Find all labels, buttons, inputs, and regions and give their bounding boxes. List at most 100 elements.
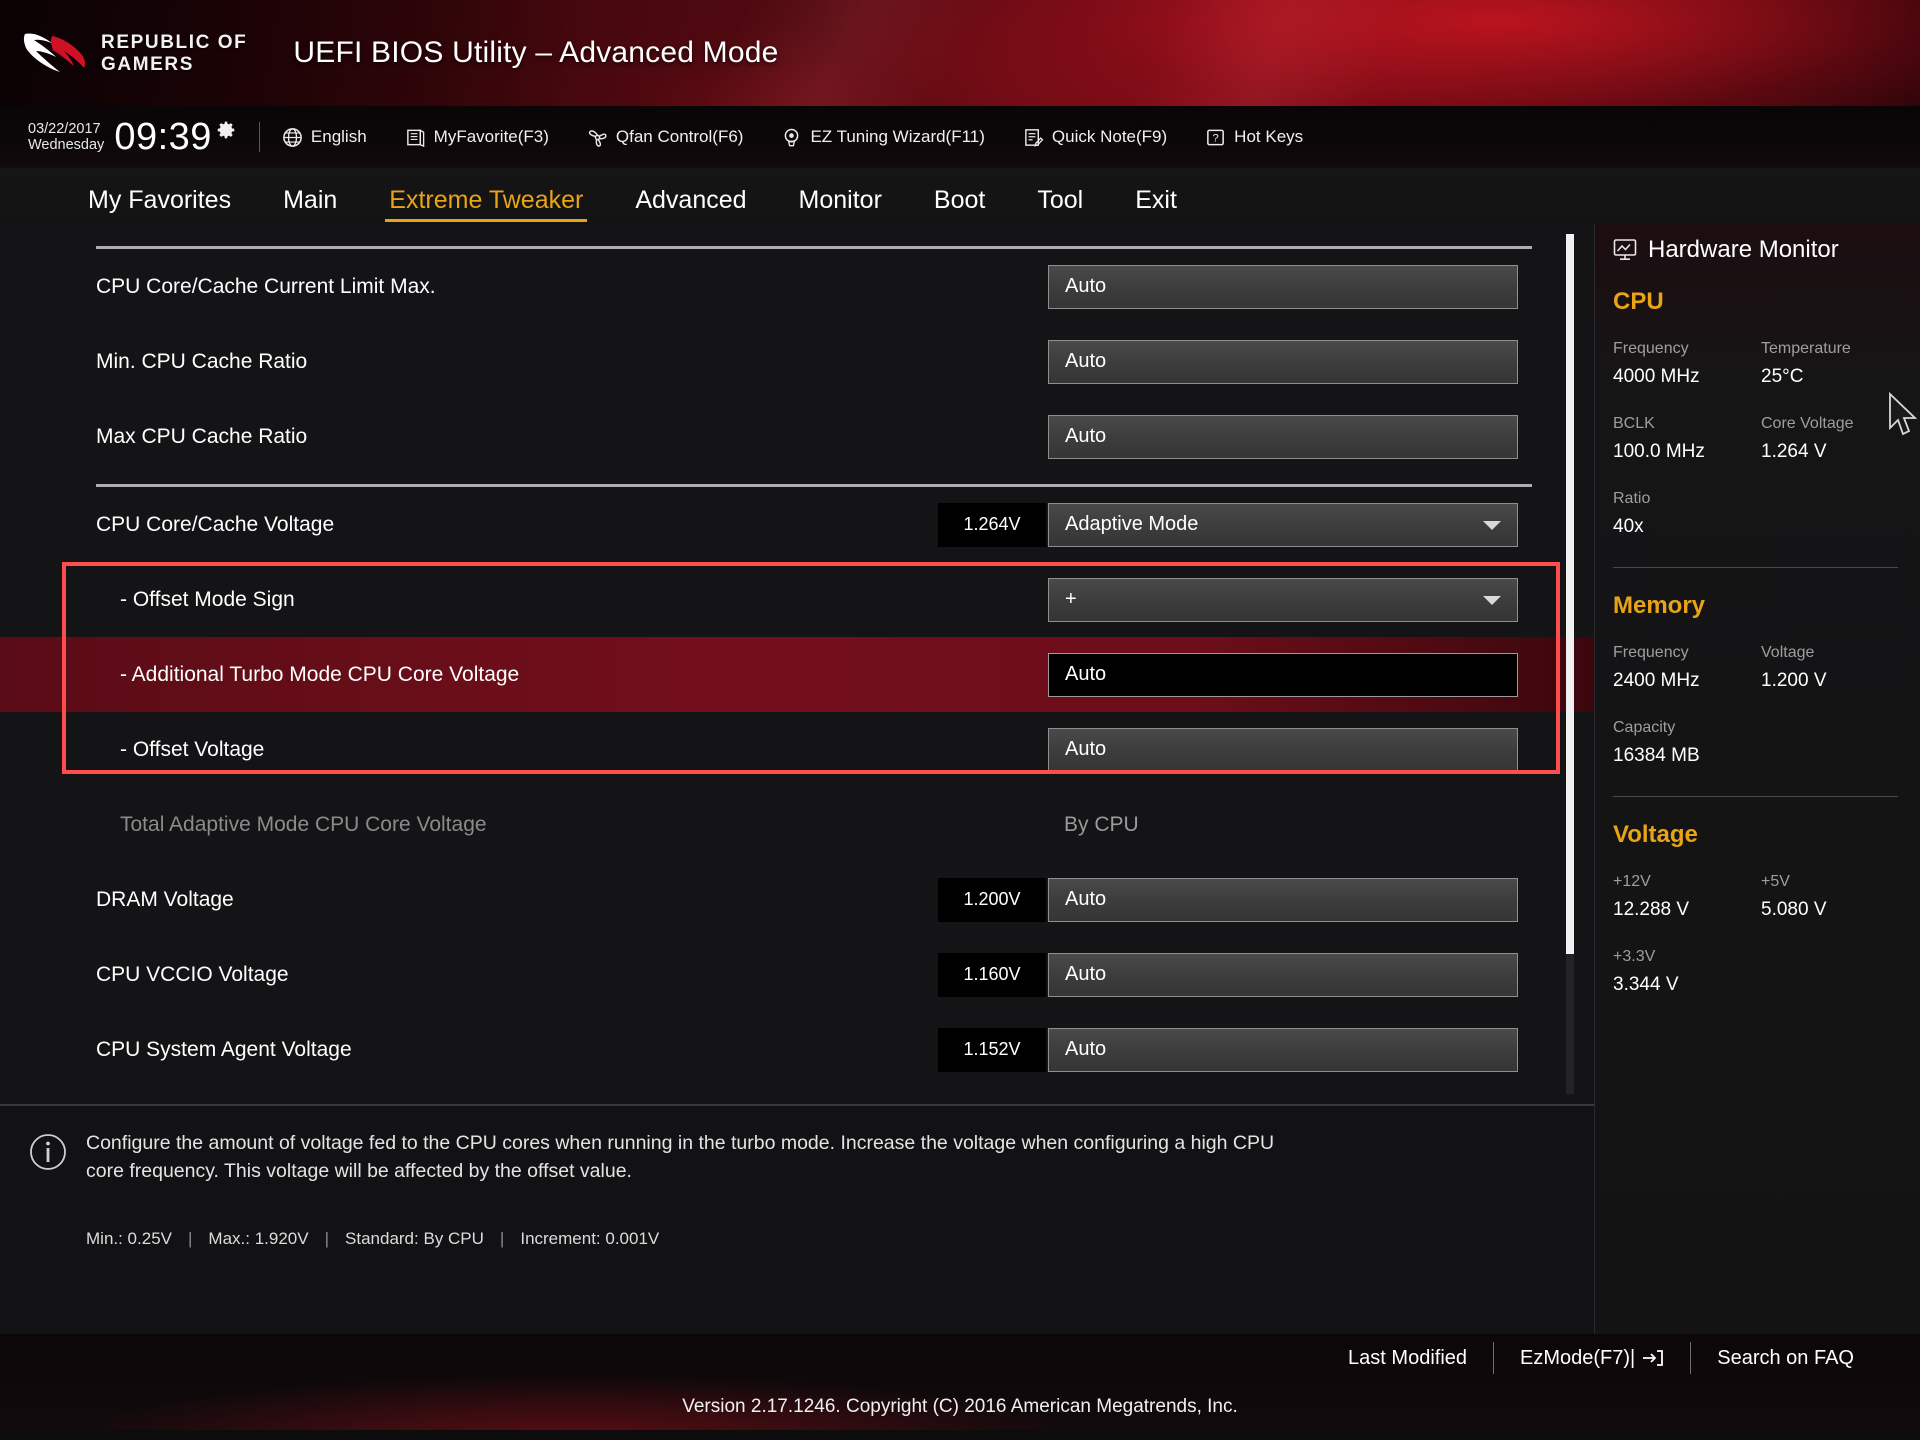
setting-value-field[interactable]: Auto — [1048, 727, 1518, 772]
setting-value-field[interactable]: Auto — [1048, 414, 1518, 459]
voltage-readout: 1.200V — [938, 877, 1046, 922]
ezmode-button[interactable]: EzMode(F7)| — [1494, 1347, 1690, 1370]
hw-value: 1.264 V — [1761, 440, 1827, 462]
tab-my-favorites[interactable]: My Favorites — [62, 186, 257, 224]
setting-value-field[interactable]: Auto — [1048, 952, 1518, 997]
setting-value-field[interactable]: Auto — [1048, 339, 1518, 384]
voltage-readout: 1.152V — [938, 1027, 1046, 1072]
table-row[interactable]: Max CPU Cache Ratio Auto — [0, 399, 1594, 474]
toolbar-item-hot-keys[interactable]: ? Hot Keys — [1186, 127, 1322, 148]
hw-key: BCLK — [1613, 415, 1655, 433]
settings-list: CPU Core/Cache Current Limit Max. Auto M… — [0, 224, 1594, 1104]
tab-advanced[interactable]: Advanced — [609, 186, 772, 224]
chevron-down-icon — [1483, 595, 1501, 605]
constraint-increment: Increment: 0.001V — [520, 1229, 660, 1249]
mouse-cursor — [1889, 392, 1918, 436]
table-row[interactable]: DRAM Voltage 1.200V Auto — [0, 862, 1594, 937]
setting-value-field[interactable]: Auto — [1048, 1027, 1518, 1072]
tab-main[interactable]: Main — [257, 186, 363, 224]
help-text: Configure the amount of voltage fed to t… — [86, 1132, 1275, 1182]
setting-label: - Additional Turbo Mode CPU Core Voltage — [120, 662, 520, 686]
setting-value: Auto — [1065, 350, 1107, 372]
help-panel: Configure the amount of voltage fed to t… — [0, 1104, 1594, 1334]
toolbar-items: English MyFavorite(F3) Qfan Control(F6) … — [282, 127, 1322, 148]
info-icon — [30, 1134, 66, 1170]
scrollbar-thumb[interactable] — [1566, 234, 1574, 954]
fan-icon — [588, 129, 607, 147]
table-row[interactable]: CPU VCCIO Voltage 1.160V Auto — [0, 937, 1594, 1012]
setting-value: Auto — [1065, 888, 1107, 910]
copyright-text: Version 2.17.1246. Copyright (C) 2016 Am… — [682, 1396, 1238, 1417]
toolbar-item-myfavorite[interactable]: MyFavorite(F3) — [386, 127, 568, 148]
date-text: 03/22/2017 — [28, 120, 101, 137]
scrollbar-track[interactable] — [1566, 234, 1574, 1094]
brand-line-2: GAMERS — [101, 53, 194, 75]
hw-key: +3.3V — [1613, 948, 1656, 966]
toolbar-item-ez-tuning-wizard[interactable]: EZ Tuning Wizard(F11) — [762, 127, 1003, 148]
constraint-separator: | — [324, 1229, 330, 1249]
setting-value: Auto — [1065, 275, 1107, 297]
toolbar-item-quick-note[interactable]: Quick Note(F9) — [1004, 127, 1186, 148]
table-row[interactable]: - Offset Mode Sign + — [0, 562, 1594, 637]
setting-label: - Offset Mode Sign — [120, 587, 295, 611]
voltage-readout: 1.264V — [938, 502, 1046, 547]
tab-boot[interactable]: Boot — [908, 186, 1011, 224]
wizard-icon — [785, 128, 799, 146]
hw-key: Frequency — [1613, 644, 1689, 662]
setting-value: Auto — [1065, 663, 1107, 685]
hw-value: 12.288 V — [1613, 898, 1690, 920]
setting-dropdown[interactable]: + — [1048, 577, 1518, 622]
nav-tabs: My Favorites Main Extreme Tweaker Advanc… — [0, 168, 1920, 224]
toolbar-item-english[interactable]: English — [282, 127, 386, 148]
last-modified-button[interactable]: Last Modified — [1322, 1347, 1493, 1370]
setting-dropdown[interactable]: Adaptive Mode — [1048, 502, 1518, 547]
hw-memory-row-1: Frequency 2400 MHz Voltage 1.200 V — [1613, 640, 1920, 695]
setting-label: Min. CPU Cache Ratio — [96, 349, 308, 373]
table-row[interactable]: Min. CPU Cache Ratio Auto — [0, 324, 1594, 399]
constraint-separator: | — [499, 1229, 505, 1249]
toolbar-label: EZ Tuning Wizard(F11) — [810, 127, 985, 146]
key-icon: ? — [1207, 129, 1225, 145]
footer-link-label: Last Modified — [1348, 1346, 1468, 1369]
table-row[interactable]: CPU Core/Cache Current Limit Max. Auto — [0, 249, 1594, 324]
tab-extreme-tweaker[interactable]: Extreme Tweaker — [363, 186, 609, 224]
bookmark-icon — [406, 128, 424, 147]
table-row[interactable]: CPU Core/Cache Voltage 1.264V Adaptive M… — [0, 487, 1594, 562]
note-icon — [1025, 128, 1044, 147]
hw-key: Frequency — [1613, 340, 1689, 357]
table-row-selected[interactable]: - Additional Turbo Mode CPU Core Voltage… — [0, 637, 1594, 712]
toolbar-item-qfan-control[interactable]: Qfan Control(F6) — [568, 127, 763, 148]
tab-monitor[interactable]: Monitor — [773, 186, 908, 224]
setting-value: Auto — [1065, 1038, 1107, 1060]
gear-icon[interactable] — [215, 119, 237, 141]
search-on-faq-button[interactable]: Search on FAQ — [1691, 1347, 1880, 1370]
rog-eye-icon — [23, 33, 86, 72]
tab-tool[interactable]: Tool — [1011, 186, 1109, 224]
hardware-monitor-panel: Hardware Monitor CPU Frequency 4000 MHz … — [1594, 224, 1920, 1334]
hw-voltage-row-1: +12V 12.288 V +5V 5.080 V — [1613, 869, 1920, 924]
page-title: UEFI BIOS Utility – Advanced Mode — [293, 36, 779, 69]
setting-label: DRAM Voltage — [96, 887, 234, 911]
table-row[interactable]: - Offset Voltage Auto — [0, 712, 1594, 787]
constraint-standard: Standard: By CPU — [345, 1229, 484, 1249]
table-row[interactable]: CPU System Agent Voltage 1.152V Auto — [0, 1012, 1594, 1087]
setting-value: Adaptive Mode — [1065, 513, 1199, 535]
hw-value: 3.344 V — [1613, 973, 1679, 995]
voltage-readout: 1.160V — [938, 952, 1046, 997]
hw-key: +12V — [1613, 873, 1651, 891]
top-toolbar: 03/22/2017 Wednesday 09:39 English MyFav… — [0, 106, 1920, 168]
footer-link-label: EzMode(F7)| — [1520, 1346, 1636, 1369]
setting-value-field[interactable]: Auto — [1048, 264, 1518, 309]
clock-text: 09:39 — [114, 115, 212, 158]
tab-exit[interactable]: Exit — [1109, 186, 1203, 224]
hardware-monitor-label: Hardware Monitor — [1648, 236, 1839, 263]
setting-label: CPU VCCIO Voltage — [96, 962, 289, 986]
hw-cpu-row-3: Ratio 40x — [1613, 486, 1920, 541]
hw-memory-row-2: Capacity 16384 MB — [1613, 715, 1920, 770]
setting-value-field[interactable]: Auto — [1048, 652, 1518, 697]
hw-value: 100.0 MHz — [1613, 440, 1705, 462]
svg-text:?: ? — [1212, 132, 1218, 144]
hw-value: 1.200 V — [1761, 669, 1827, 691]
setting-value-field[interactable]: Auto — [1048, 877, 1518, 922]
value-constraints: Min.: 0.25V | Max.: 1.920V | Standard: B… — [28, 1229, 1514, 1249]
